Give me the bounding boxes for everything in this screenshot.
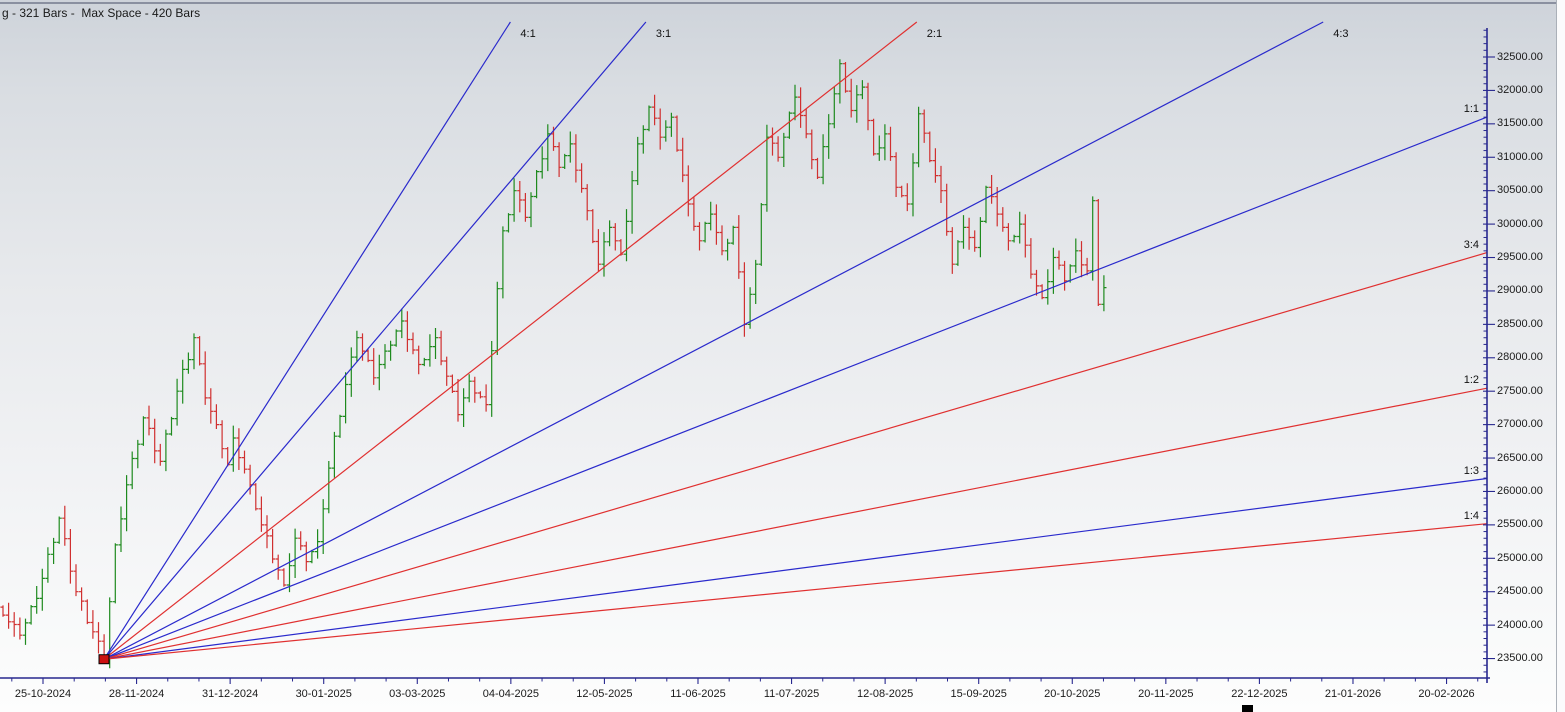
price-label: 24500.00 — [1497, 585, 1543, 597]
axes — [0, 0, 1495, 684]
price-label: 28500.00 — [1497, 318, 1543, 330]
date-label: 11-06-2025 — [658, 688, 738, 700]
price-label: 28000.00 — [1497, 351, 1543, 363]
right-edge-strip — [1556, 0, 1565, 712]
price-label: 27000.00 — [1497, 418, 1543, 430]
gann-line-4-1 — [104, 22, 510, 659]
date-label: 28-11-2024 — [97, 688, 177, 700]
price-label: 24000.00 — [1497, 619, 1543, 631]
price-label: 31500.00 — [1497, 117, 1543, 129]
date-label: 03-03-2025 — [377, 688, 457, 700]
gann-line-4-3 — [104, 22, 1323, 659]
price-label: 23500.00 — [1497, 652, 1543, 664]
price-label: 27500.00 — [1497, 385, 1543, 397]
date-label: 21-01-2026 — [1313, 688, 1393, 700]
date-label: 12-05-2025 — [564, 688, 644, 700]
date-label: 20-02-2026 — [1407, 688, 1487, 700]
gann-label-1-3: 1:3 — [1451, 465, 1479, 477]
price-chart-canvas[interactable] — [0, 0, 1565, 712]
gann-label-1-2: 1:2 — [1451, 374, 1479, 386]
date-label: 12-08-2025 — [845, 688, 925, 700]
price-label: 30500.00 — [1497, 184, 1543, 196]
gann-label-4-1: 4:1 — [520, 28, 535, 40]
price-label: 29000.00 — [1497, 284, 1543, 296]
price-label: 26000.00 — [1497, 485, 1543, 497]
date-label: 04-04-2025 — [471, 688, 551, 700]
gann-label-3-1: 3:1 — [656, 28, 671, 40]
price-label: 26500.00 — [1497, 452, 1543, 464]
price-label: 25500.00 — [1497, 518, 1543, 530]
price-label: 32000.00 — [1497, 84, 1543, 96]
date-label: 20-10-2025 — [1032, 688, 1112, 700]
date-label: 31-12-2024 — [190, 688, 270, 700]
price-label: 32500.00 — [1497, 51, 1543, 63]
price-label: 25000.00 — [1497, 552, 1543, 564]
gann-line-1-4 — [104, 524, 1487, 660]
date-label: 20-11-2025 — [1126, 688, 1206, 700]
price-label: 31000.00 — [1497, 151, 1543, 163]
gann-label-4-3: 4:3 — [1333, 28, 1348, 40]
gann-label-3-4: 3:4 — [1451, 239, 1479, 251]
gann-label-2-1: 2:1 — [927, 28, 942, 40]
gann-line-3-4 — [104, 253, 1487, 660]
price-label: 30000.00 — [1497, 218, 1543, 230]
gann-fan — [104, 22, 1487, 659]
scroll-marker[interactable] — [1242, 705, 1253, 712]
date-label: 11-07-2025 — [752, 688, 832, 700]
gann-line-3-1 — [104, 22, 646, 659]
chart-window: g - 321 Bars - Max Space - 420 Bars 3250… — [0, 0, 1565, 712]
price-label: 29500.00 — [1497, 251, 1543, 263]
gann-line-2-1 — [104, 22, 917, 659]
date-label: 30-01-2025 — [284, 688, 364, 700]
gann-line-1-3 — [104, 479, 1487, 660]
date-label: 25-10-2024 — [3, 688, 83, 700]
gann-label-1-1: 1:1 — [1451, 103, 1479, 115]
date-label: 15-09-2025 — [939, 688, 1019, 700]
fan-origin-marker — [99, 655, 109, 664]
date-label: 22-12-2025 — [1219, 688, 1299, 700]
gann-line-1-1 — [104, 117, 1487, 659]
gann-line-1-2 — [104, 388, 1487, 659]
gann-label-1-4: 1:4 — [1451, 510, 1479, 522]
